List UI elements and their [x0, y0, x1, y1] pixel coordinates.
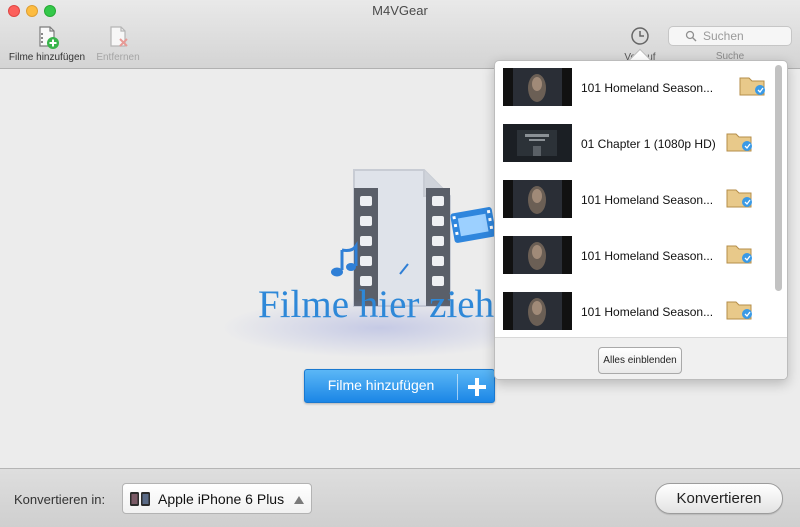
video-thumbnail: [503, 180, 572, 218]
drop-hint-text: Filme hier ziehen: [258, 283, 494, 326]
history-popover: 101 Homeland Season... 01 Chapter 1 (108…: [494, 60, 788, 380]
window-toolbar: M4VGear Filme hinzufügen Entfernen Verla…: [0, 0, 800, 69]
history-item[interactable]: 101 Homeland Season...: [495, 229, 773, 285]
video-thumbnail: [503, 124, 572, 162]
plus-icon: [468, 378, 486, 396]
history-scrollbar[interactable]: [775, 65, 782, 291]
convert-to-label: Konvertieren in:: [14, 492, 106, 507]
magnifier-icon: [685, 30, 697, 42]
search-input[interactable]: [703, 28, 783, 44]
history-item[interactable]: 101 Homeland Season...: [495, 285, 773, 336]
remove-file-icon: [110, 26, 128, 47]
history-item[interactable]: 01 Chapter 1 (1080p HD): [495, 117, 773, 173]
iphone-icon: [130, 492, 150, 506]
remove-toolbar-label: Entfernen: [96, 52, 140, 63]
add-movies-button[interactable]: Filme hinzufügen: [304, 369, 495, 403]
history-item[interactable]: 101 Homeland Season...: [495, 61, 773, 117]
show-all-button[interactable]: Alles einblenden: [598, 347, 682, 374]
button-separator: [457, 374, 458, 400]
bottom-bar: Konvertieren in: Apple iPhone 6 Plus Kon…: [0, 468, 800, 527]
remove-toolbar-button[interactable]: Entfernen: [92, 24, 144, 63]
convert-button[interactable]: Konvertieren: [655, 483, 783, 514]
history-item-title: 01 Chapter 1 (1080p HD): [581, 137, 716, 151]
add-movies-button-label: Filme hinzufügen: [327, 377, 435, 393]
history-item[interactable]: 101 Homeland Season...: [495, 173, 773, 229]
history-item-title: 101 Homeland Season...: [581, 193, 714, 207]
triangle-up-icon: [294, 496, 304, 504]
window-title: M4VGear: [372, 3, 428, 18]
clock-icon: [631, 27, 649, 45]
history-item-title: 101 Homeland Season...: [581, 305, 714, 319]
add-movies-toolbar-label: Filme hinzufügen: [8, 52, 86, 63]
video-thumbnail: [503, 68, 572, 106]
output-device-select[interactable]: Apple iPhone 6 Plus: [122, 483, 312, 514]
folder-icon[interactable]: [738, 72, 766, 98]
folder-icon[interactable]: [725, 296, 753, 322]
video-thumbnail: [503, 236, 572, 274]
folder-icon[interactable]: [725, 184, 753, 210]
folder-icon[interactable]: [725, 128, 753, 154]
history-item-title: 101 Homeland Season...: [581, 81, 714, 95]
add-file-icon: [39, 26, 59, 49]
folder-icon[interactable]: [725, 240, 753, 266]
history-list[interactable]: 101 Homeland Season... 01 Chapter 1 (108…: [495, 61, 773, 336]
history-item-title: 101 Homeland Season...: [581, 249, 714, 263]
popover-footer: Alles einblenden: [495, 337, 787, 379]
device-select-value: Apple iPhone 6 Plus: [158, 491, 285, 507]
search-field[interactable]: [668, 26, 792, 46]
video-thumbnail: [503, 292, 572, 330]
add-movies-toolbar-button[interactable]: Filme hinzufügen: [6, 24, 88, 63]
